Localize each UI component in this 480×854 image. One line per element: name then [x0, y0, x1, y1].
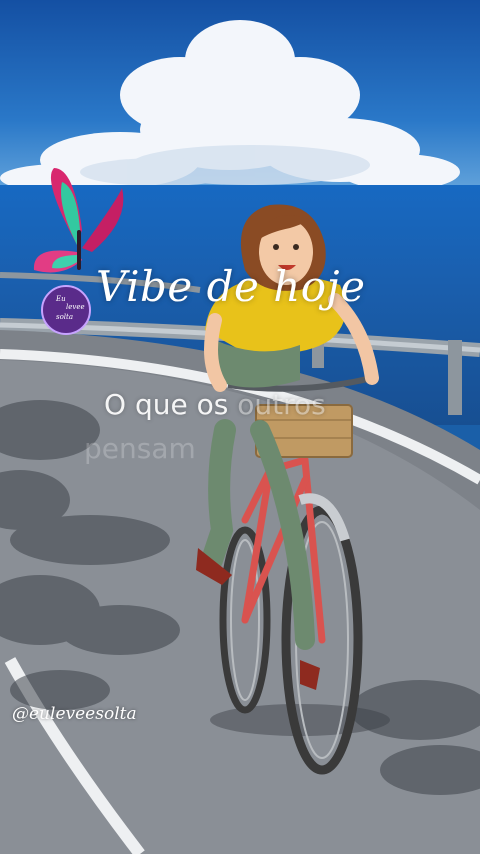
overlay-subtitle: O que os outros	[104, 388, 326, 421]
seal-text-3: solta	[56, 313, 73, 321]
overlay-ghost-text: pensam	[84, 432, 196, 465]
cyclist-illustration	[196, 204, 390, 775]
subtitle-fading-text: outros	[237, 388, 326, 421]
overlay-title: Vibe de hoje	[96, 262, 366, 311]
seal-text-2: levee	[66, 303, 85, 311]
seal-text-1: Eu	[55, 295, 66, 303]
seal-badge: Eu levee solta	[41, 285, 91, 335]
butterfly-icon	[33, 168, 124, 273]
butterfly-logo: Eu levee solta	[33, 168, 124, 335]
video-frame: Eu levee solta Vibe de hoje O que os out…	[0, 0, 480, 854]
creator-handle: @euleveesolta	[12, 704, 137, 724]
subtitle-main-text: O que os	[104, 388, 238, 421]
